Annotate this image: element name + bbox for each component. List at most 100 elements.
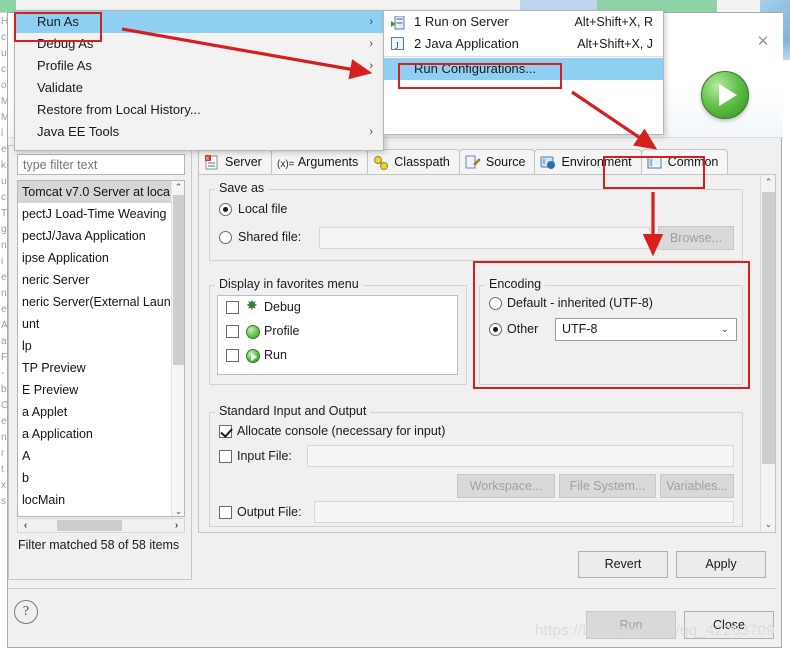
run-badge-icon xyxy=(701,71,749,119)
tree-item[interactable]: neric Server xyxy=(18,269,173,291)
output-file-label: Output File: xyxy=(237,505,302,519)
profile-icon xyxy=(246,325,260,339)
tree-item[interactable]: A xyxy=(18,445,173,467)
tree-scroll-thumb[interactable] xyxy=(173,195,184,365)
tab-common[interactable]: Common xyxy=(640,149,729,175)
environment-icon: I xyxy=(540,155,556,171)
tab-arguments[interactable]: (x)= Arguments xyxy=(270,149,369,175)
browse-button[interactable]: Browse... xyxy=(658,226,734,250)
run-as-submenu: 1 Run on Server Alt+Shift+X, R 2 Java Appl… xyxy=(383,10,664,135)
context-menu-item-label: Restore from Local History... xyxy=(37,102,201,117)
local-file-radio[interactable] xyxy=(219,203,232,216)
tab-environment[interactable]: I Environment xyxy=(534,149,642,175)
favorites-item[interactable]: Run xyxy=(218,344,457,368)
content-scroll-up-icon[interactable]: ⌃ xyxy=(761,175,776,190)
scroll-up-icon[interactable]: ⌃ xyxy=(172,181,184,194)
context-menu-item[interactable]: Run As › xyxy=(15,11,383,33)
tab-label: Environment xyxy=(561,155,632,169)
allocate-console-checkbox[interactable] xyxy=(219,425,232,438)
shared-file-input[interactable] xyxy=(319,227,650,249)
content-scroll-thumb[interactable] xyxy=(762,192,775,464)
submenu-item-shortcut: Alt+Shift+X, J xyxy=(577,37,653,51)
standard-io-group: Standard Input and Output Allocate conso… xyxy=(209,404,743,527)
tab-label: Server xyxy=(225,155,262,169)
favorites-item[interactable]: Profile xyxy=(218,320,457,344)
shared-file-radio[interactable] xyxy=(219,231,232,244)
context-menu-item-label: Run As xyxy=(37,14,79,29)
favorites-group: Display in favorites menu Debug Profile Ru… xyxy=(209,277,467,385)
tree-item[interactable]: pectJ Load-Time Weaving . xyxy=(18,203,173,225)
common-icon xyxy=(647,155,663,171)
content-scroll-down-icon[interactable]: ⌄ xyxy=(761,517,776,532)
tree-hscroll-thumb[interactable] xyxy=(57,520,122,531)
context-menu-item-label: Debug As xyxy=(37,36,94,51)
encoding-default-radio[interactable] xyxy=(489,297,502,310)
tree-item[interactable]: b xyxy=(18,467,173,489)
svg-text:(x)=: (x)= xyxy=(277,159,295,170)
tree-horizontal-scrollbar[interactable]: ‹ › xyxy=(17,518,185,533)
scroll-left-icon[interactable]: ‹ xyxy=(18,519,33,532)
input-variables-button[interactable]: Variables... xyxy=(660,474,734,498)
output-file-input[interactable] xyxy=(314,501,734,523)
context-menu-item[interactable]: Restore from Local History... xyxy=(15,99,383,121)
run-on-server-icon xyxy=(391,15,405,30)
input-workspace-button[interactable]: Workspace... xyxy=(457,474,555,498)
favorites-item-checkbox[interactable] xyxy=(226,349,239,362)
context-menu-item[interactable]: Debug As › xyxy=(15,33,383,55)
input-file-checkbox[interactable] xyxy=(219,450,232,463)
encoding-other-radio[interactable] xyxy=(489,323,502,336)
tab-bar: x Server (x)= Arguments Classpath Source I Envi… xyxy=(198,149,776,175)
context-menu-list: Run As › Debug As › Profile As › Validate Resto… xyxy=(15,11,383,143)
local-file-label: Local file xyxy=(238,202,288,216)
favorites-listbox[interactable]: Debug Profile Run xyxy=(217,295,458,375)
tree-item[interactable]: locMain xyxy=(18,489,173,511)
run-configurations-menu-item[interactable]: Run Configurations... xyxy=(384,58,663,80)
favorites-item-checkbox[interactable] xyxy=(226,325,239,338)
content-vertical-scrollbar[interactable]: ⌃ ⌄ xyxy=(760,175,775,532)
tree-item[interactable]: TP Preview xyxy=(18,357,173,379)
tree-item[interactable]: ipse Application xyxy=(18,247,173,269)
input-file-system-button[interactable]: File System... xyxy=(559,474,656,498)
favorites-item-checkbox[interactable] xyxy=(226,301,239,314)
tree-item[interactable]: unt xyxy=(18,313,173,335)
run-as-submenu-list: 1 Run on Server Alt+Shift+X, R 2 Java Appl… xyxy=(384,11,663,80)
output-file-checkbox[interactable] xyxy=(219,506,232,519)
chevron-down-icon[interactable]: ⌄ xyxy=(721,319,729,341)
tree-list: Tomcat v7.0 Server at loca pectJ Load-Tim… xyxy=(18,181,173,516)
tree-item[interactable]: E Preview xyxy=(18,379,173,401)
submenu-item-label: 1 Run on Server xyxy=(414,14,509,29)
common-tab-content: Save as Local file Shared file: Browse..… xyxy=(198,174,776,533)
tree-item[interactable]: lp xyxy=(18,335,173,357)
scroll-right-icon[interactable]: › xyxy=(169,519,184,532)
submenu-item[interactable]: 2 Java Application Alt+Shift+X, J xyxy=(384,33,663,58)
tree-item[interactable]: Main xyxy=(18,511,173,516)
context-menu-item[interactable]: Java EE Tools › xyxy=(15,121,383,143)
svg-text:I: I xyxy=(543,159,545,166)
tree-item[interactable]: a Application xyxy=(18,423,173,445)
tab-classpath[interactable]: Classpath xyxy=(367,149,460,175)
revert-button[interactable]: Revert xyxy=(578,551,668,578)
scroll-down-icon[interactable]: ⌄ xyxy=(172,505,184,516)
tree-vertical-scrollbar[interactable]: ⌃ ⌄ xyxy=(171,181,184,516)
encoding-select[interactable]: UTF-8 ⌄ xyxy=(555,318,737,341)
debug-icon xyxy=(246,297,260,315)
tab-server[interactable]: x Server xyxy=(198,149,272,175)
input-file-input[interactable] xyxy=(307,445,734,467)
tree-item[interactable]: neric Server(External Launc xyxy=(18,291,173,313)
svg-text:x: x xyxy=(206,156,209,162)
apply-button[interactable]: Apply xyxy=(676,551,766,578)
favorites-list: Debug Profile Run xyxy=(218,296,457,368)
screenshot-root: HcucoMM lekucTg nieneAa F-bCenr txs ✕ To… xyxy=(0,0,790,650)
context-menu-item[interactable]: Validate xyxy=(15,77,383,99)
filter-input[interactable] xyxy=(17,154,185,175)
submenu-item[interactable]: 1 Run on Server Alt+Shift+X, R xyxy=(384,11,663,33)
favorites-item[interactable]: Debug xyxy=(218,296,457,320)
run-icon xyxy=(246,349,260,363)
tab-source[interactable]: Source xyxy=(458,149,536,175)
close-icon[interactable]: ✕ xyxy=(755,34,771,50)
tree-item[interactable]: Tomcat v7.0 Server at loca xyxy=(18,181,173,203)
context-menu-item[interactable]: Profile As › xyxy=(15,55,383,77)
tree-item[interactable]: pectJ/Java Application xyxy=(18,225,173,247)
tree-item[interactable]: a Applet xyxy=(18,401,173,423)
configurations-tree[interactable]: Tomcat v7.0 Server at loca pectJ Load-Tim… xyxy=(17,180,185,517)
